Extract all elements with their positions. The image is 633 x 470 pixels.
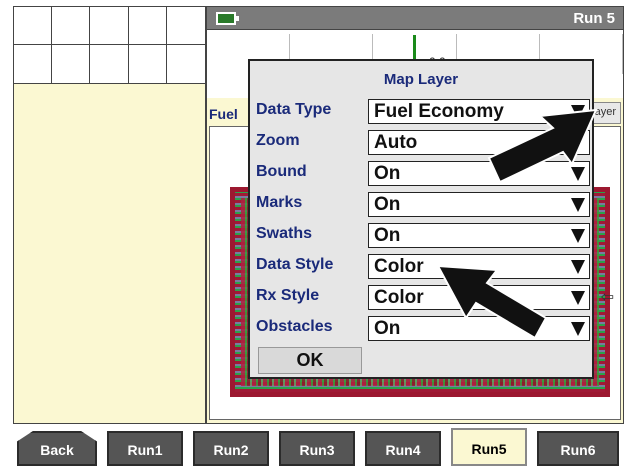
callout-arrow-data-type bbox=[487, 108, 598, 184]
callout-arrows bbox=[436, 108, 598, 340]
callout-arrow-data-style bbox=[436, 264, 548, 340]
